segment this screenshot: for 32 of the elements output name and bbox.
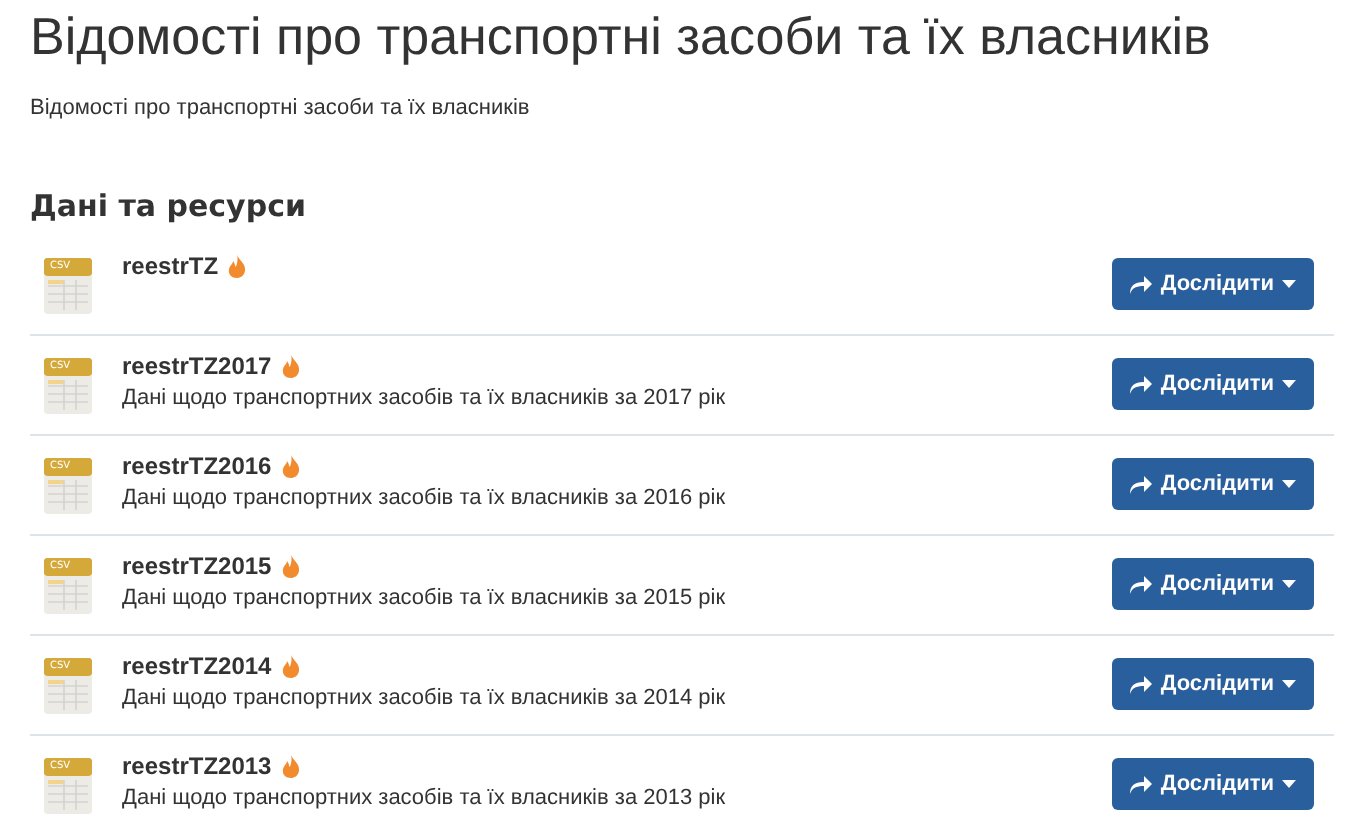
- explore-button[interactable]: Дослідити: [1112, 358, 1314, 410]
- resource-name[interactable]: reestrTZ2016: [122, 452, 272, 480]
- section-heading: Дані та ресурси: [30, 188, 308, 224]
- resource-description: Дані щодо транспортних засобів та їх власників за 2013 рік: [122, 786, 728, 810]
- caret-icon: [1282, 580, 1296, 588]
- resource-name[interactable]: reestrTZ2013: [122, 752, 272, 780]
- share-icon: [1130, 475, 1153, 493]
- explore-button[interactable]: Дослідити: [1112, 758, 1314, 810]
- share-icon: [1130, 375, 1153, 393]
- share-icon: [1130, 775, 1153, 793]
- caret-icon: [1282, 380, 1296, 388]
- caret-icon: [1282, 480, 1296, 488]
- caret-icon: [1282, 680, 1296, 688]
- explore-button[interactable]: Дослідити: [1112, 658, 1314, 710]
- share-icon: [1130, 275, 1153, 293]
- resource-description: Дані щодо транспортних засобів та їх власників за 2014 рік: [122, 686, 728, 710]
- resource-name[interactable]: reestrTZ: [122, 252, 219, 280]
- caret-icon: [1282, 280, 1296, 288]
- resource-description: Дані щодо транспортних засобів та їх власників за 2015 рік: [122, 586, 728, 610]
- explore-button[interactable]: Дослідити: [1112, 558, 1314, 610]
- resource-name[interactable]: reestrTZ2015: [122, 552, 272, 580]
- caret-icon: [1282, 780, 1296, 788]
- resource-description: Дані щодо транспортних засобів та їх власників за 2016 рік: [122, 486, 728, 510]
- resource-description: Дані щодо транспортних засобів та їх власників за 2017 рік: [122, 386, 728, 410]
- resource-name[interactable]: reestrTZ2014: [122, 652, 272, 680]
- dataset-description: Відомості про транспортні засоби та їх власників: [30, 96, 532, 120]
- explore-button[interactable]: Дослідити: [1112, 258, 1314, 310]
- page-title: Відомості про транспортні засоби та їх власників: [30, 4, 1213, 68]
- share-icon: [1130, 575, 1153, 593]
- explore-button[interactable]: Дослідити: [1112, 458, 1314, 510]
- share-icon: [1130, 675, 1153, 693]
- resource-name[interactable]: reestrTZ2017: [122, 352, 272, 380]
